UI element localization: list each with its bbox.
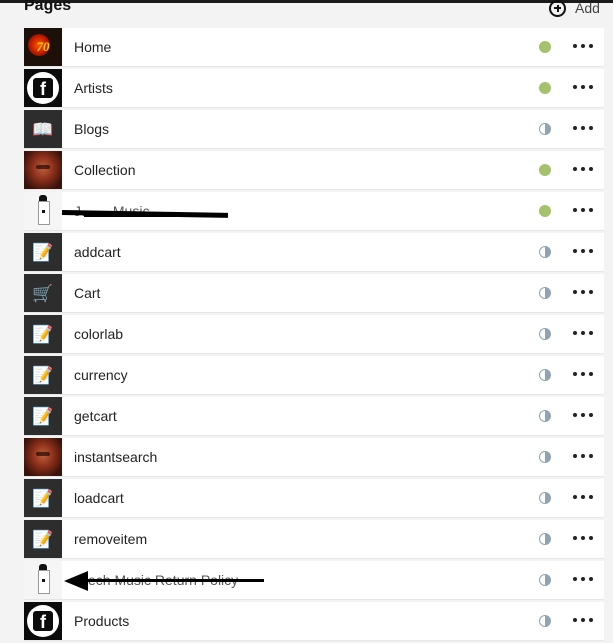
portrait-photo-thumbnail [24, 438, 62, 476]
more-options-icon[interactable] [573, 572, 593, 586]
page-row-loadcart[interactable]: 📝 loadcart [24, 479, 604, 518]
page-label: instantsearch [74, 449, 158, 465]
page-row-getcart[interactable]: 📝 getcart [24, 397, 604, 436]
more-options-icon[interactable] [573, 613, 593, 627]
figure-photo-thumbnail [24, 192, 62, 230]
more-options-icon[interactable] [573, 449, 593, 463]
memo-icon: 📝 [24, 479, 62, 517]
page-row-currency[interactable]: 📝 currency [24, 356, 604, 395]
page-label: colorlab [74, 326, 124, 342]
partial-status-icon [539, 492, 551, 504]
memo-icon: 📝 [24, 356, 62, 394]
page-label: getcart [74, 408, 117, 424]
partial-status-icon [539, 451, 551, 463]
page-label: Collection [74, 162, 136, 178]
partial-status-icon [539, 328, 551, 340]
page-label: loadcart [74, 490, 124, 506]
page-label: currency [74, 367, 128, 383]
page-row-return-policy[interactable]: …ech Music Return Policy [24, 561, 604, 600]
brand-logo-thumbnail: 70 [24, 28, 62, 66]
figure-photo-thumbnail [24, 561, 62, 599]
portrait-photo-thumbnail [24, 151, 62, 189]
facebook-logo-thumbnail: f [24, 602, 62, 640]
published-status-icon [539, 205, 551, 217]
page-row-products[interactable]: f Products [24, 602, 604, 641]
page-row-instantsearch[interactable]: instantsearch [24, 438, 604, 477]
page-label: removeitem [74, 531, 148, 547]
plus-circle-icon [549, 0, 566, 17]
page-row-colorlab[interactable]: 📝 colorlab [24, 315, 604, 354]
page-label: Artists [74, 80, 113, 96]
annotation-arrow-icon [64, 571, 264, 591]
page-row-blogs[interactable]: 📖 Blogs [24, 110, 604, 149]
more-options-icon[interactable] [573, 490, 593, 504]
partial-status-icon [539, 123, 551, 135]
published-status-icon [539, 164, 551, 176]
memo-icon: 📝 [24, 520, 62, 558]
more-options-icon[interactable] [573, 203, 593, 217]
page-label: Home [74, 39, 112, 55]
shopping-cart-icon: 🛒 [24, 274, 62, 312]
page-row-addcart[interactable]: 📝 addcart [24, 233, 604, 272]
more-options-icon[interactable] [573, 39, 593, 53]
more-options-icon[interactable] [573, 408, 593, 422]
page-row-cart[interactable]: 🛒 Cart [24, 274, 604, 313]
more-options-icon[interactable] [573, 367, 593, 381]
pages-list: 70 Home f Artists 📖 Blogs Collection J… … [24, 28, 604, 643]
partial-status-icon [539, 574, 551, 586]
more-options-icon[interactable] [573, 80, 593, 94]
more-options-icon[interactable] [573, 285, 593, 299]
more-options-icon[interactable] [573, 531, 593, 545]
redaction-mark [84, 214, 224, 217]
published-status-icon [539, 82, 551, 94]
page-label: Products [74, 613, 130, 629]
facebook-logo-thumbnail: f [24, 69, 62, 107]
page-title: Pages [24, 0, 72, 14]
more-options-icon[interactable] [573, 244, 593, 258]
memo-icon: 📝 [24, 233, 62, 271]
page-label: addcart [74, 244, 121, 260]
partial-status-icon [539, 369, 551, 381]
page-row-collection[interactable]: Collection [24, 151, 604, 190]
memo-icon: 📝 [24, 315, 62, 353]
more-options-icon[interactable] [573, 121, 593, 135]
page-label: Cart [74, 285, 101, 301]
published-status-icon [539, 41, 551, 53]
add-page-label: Add [575, 0, 600, 16]
pages-header: Pages Add [0, 0, 613, 28]
more-options-icon[interactable] [573, 162, 593, 176]
partial-status-icon [539, 287, 551, 299]
more-options-icon[interactable] [573, 326, 593, 340]
book-icon: 📖 [24, 110, 62, 148]
memo-icon: 📝 [24, 397, 62, 435]
page-label: Blogs [74, 121, 110, 137]
add-page-button[interactable]: Add [549, 0, 600, 18]
page-row-home[interactable]: 70 Home [24, 28, 604, 67]
page-row-redacted[interactable]: J… …Music [24, 192, 604, 231]
page-row-artists[interactable]: f Artists [24, 69, 604, 108]
partial-status-icon [539, 615, 551, 627]
partial-status-icon [539, 246, 551, 258]
partial-status-icon [539, 410, 551, 422]
page-row-removeitem[interactable]: 📝 removeitem [24, 520, 604, 559]
partial-status-icon [539, 533, 551, 545]
